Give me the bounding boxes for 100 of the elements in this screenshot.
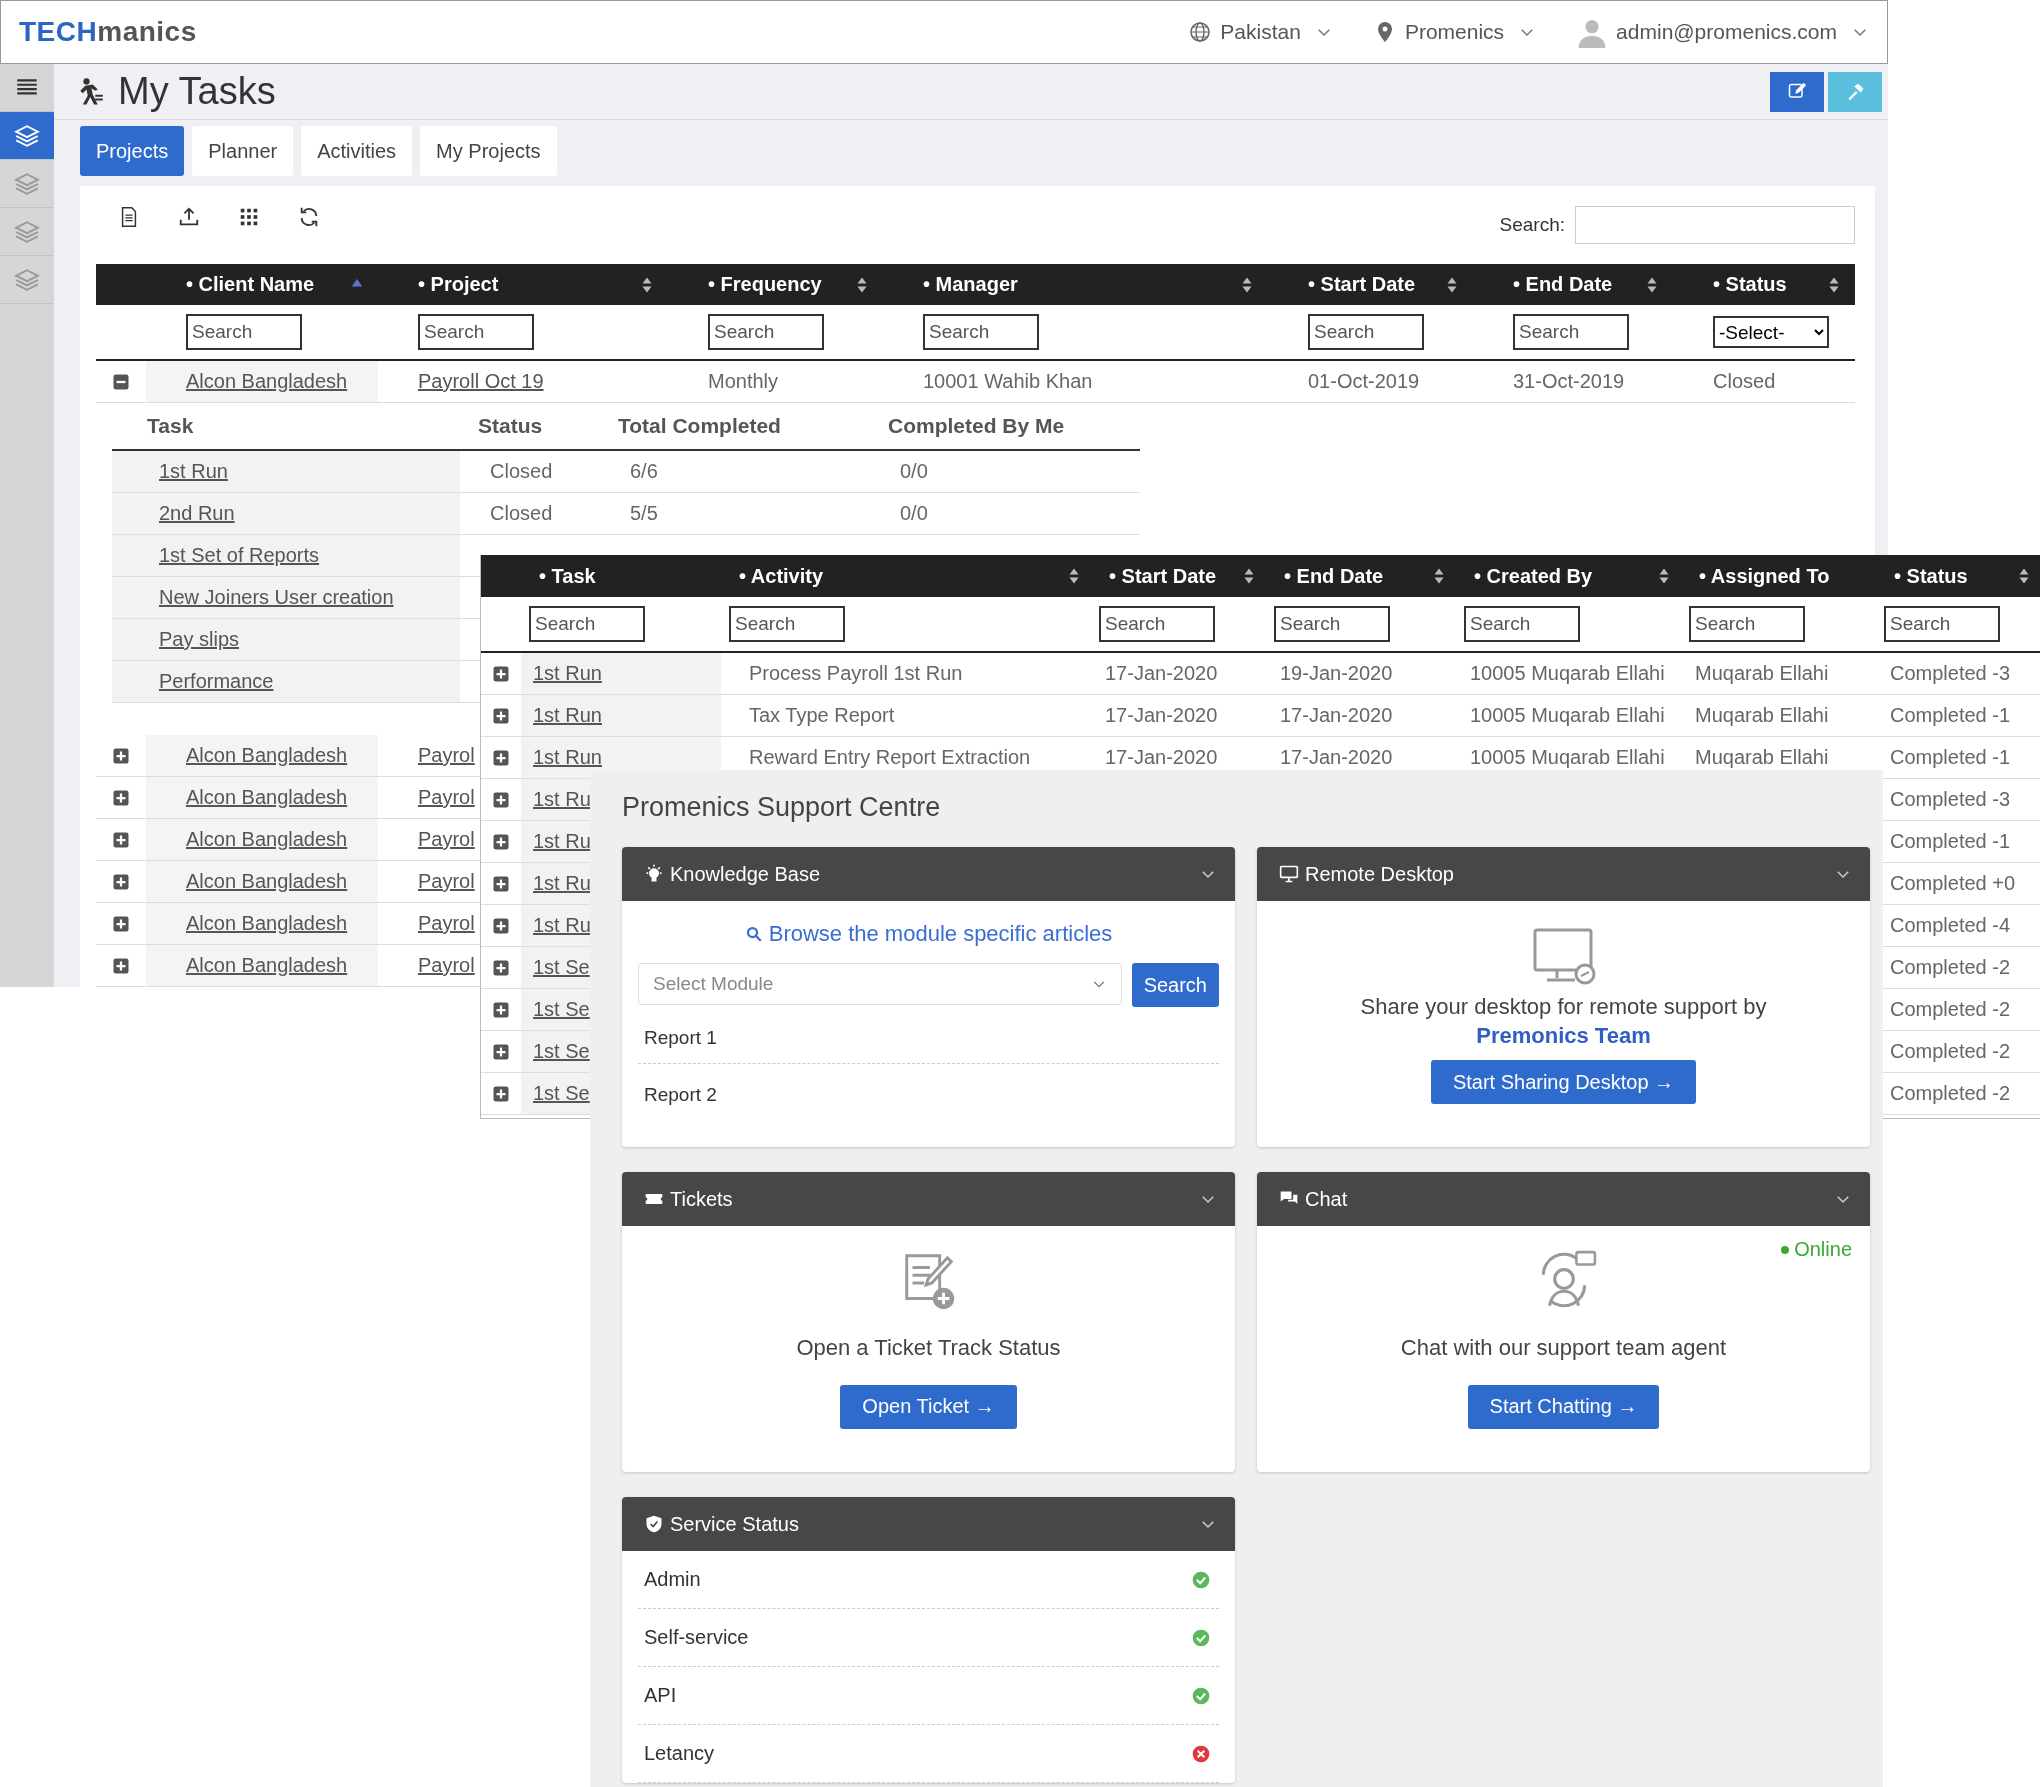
- project-link[interactable]: Payrol: [418, 828, 475, 851]
- filter-field[interactable]: Search: [1884, 606, 2000, 642]
- project-link[interactable]: Payroll Oct 19: [418, 370, 544, 393]
- status-label: Online: [1794, 1238, 1852, 1261]
- filter-field[interactable]: Search: [186, 314, 302, 350]
- task-link[interactable]: Performance: [159, 670, 274, 693]
- table-cell: Muqarab Ellahi: [1695, 704, 1829, 727]
- column-header[interactable]: • Start Date: [1308, 273, 1416, 296]
- column-header[interactable]: • End Date: [1284, 564, 1384, 588]
- expand-icon[interactable]: [492, 790, 510, 809]
- grid-icon[interactable]: [238, 206, 260, 228]
- filter-field[interactable]: Search: [1308, 314, 1424, 350]
- column-header[interactable]: • End Date: [1513, 273, 1613, 296]
- column-header[interactable]: • Task: [539, 564, 596, 588]
- task-link[interactable]: 1st Ru: [533, 788, 591, 811]
- tab[interactable]: My Projects: [420, 126, 557, 176]
- table-cell: 01-Oct-2019: [1308, 370, 1420, 393]
- search-label: Search:: [1499, 214, 1565, 236]
- filter-field[interactable]: Search: [923, 314, 1039, 350]
- filter-field[interactable]: Search: [1274, 606, 1390, 642]
- column-header[interactable]: • Created By: [1474, 564, 1593, 588]
- tab[interactable]: Projects: [80, 126, 185, 176]
- expand-icon[interactable]: [492, 1042, 510, 1061]
- expand-icon[interactable]: [112, 746, 130, 765]
- report-link[interactable]: Report 1: [638, 1007, 1219, 1064]
- task-link[interactable]: 1st Run: [533, 662, 602, 685]
- task-link[interactable]: 1st Ru: [533, 830, 591, 853]
- task-link[interactable]: 1st Se: [533, 1082, 590, 1105]
- task-link[interactable]: 1st Se: [533, 998, 590, 1021]
- share-desktop-button[interactable]: Start Sharing Desktop →: [1430, 1060, 1697, 1105]
- articles-link[interactable]: Browse the module specific articles: [744, 921, 1113, 947]
- search-button[interactable]: Search: [1131, 963, 1219, 1007]
- filter-field[interactable]: Search: [1689, 606, 1805, 642]
- search-field[interactable]: [1575, 206, 1855, 244]
- expand-icon[interactable]: [492, 1000, 510, 1019]
- tab[interactable]: Planner: [192, 126, 294, 176]
- filter-field[interactable]: Search: [1099, 606, 1215, 642]
- service-name: Letancy: [644, 1742, 715, 1765]
- expand-icon[interactable]: [112, 914, 130, 933]
- table-cell: Tax Type Report: [749, 704, 895, 727]
- edit-button[interactable]: [1770, 72, 1824, 112]
- filter-field[interactable]: Search: [1513, 314, 1629, 350]
- expand-icon[interactable]: [112, 872, 130, 891]
- expand-icon[interactable]: [492, 706, 510, 725]
- expand-icon[interactable]: [492, 664, 510, 683]
- hammer-icon: [1845, 82, 1865, 102]
- company-dropdown[interactable]: Promenics: [1372, 20, 1537, 44]
- status-filter[interactable]: -Select-: [1713, 316, 1829, 348]
- column-header[interactable]: • Start Date: [1109, 564, 1217, 588]
- column-header[interactable]: • Project: [418, 273, 499, 296]
- collapse-icon[interactable]: [112, 372, 130, 391]
- expand-icon[interactable]: [492, 1084, 510, 1103]
- tab[interactable]: Activities: [301, 126, 413, 176]
- project-link[interactable]: Payrol: [418, 954, 475, 977]
- filter-field[interactable]: Search: [1464, 606, 1580, 642]
- column-header[interactable]: • Status: [1713, 273, 1787, 296]
- expand-icon[interactable]: [112, 830, 130, 849]
- table-cell: 10005 Muqarab Ellahi: [1470, 662, 1665, 685]
- upload-icon[interactable]: [178, 206, 200, 228]
- expand-icon[interactable]: [112, 956, 130, 975]
- task-link[interactable]: 1st Se: [533, 956, 590, 979]
- refresh-icon[interactable]: [298, 206, 320, 228]
- open-ticket-button[interactable]: Open Ticket →: [840, 1384, 1017, 1429]
- task-link[interactable]: 2nd Run: [159, 502, 235, 525]
- expand-icon[interactable]: [492, 874, 510, 893]
- project-link[interactable]: Payrol: [418, 912, 475, 935]
- filter-field[interactable]: Search: [729, 606, 845, 642]
- module-select[interactable]: Select Module: [638, 963, 1122, 1005]
- table-cell: Completed -3: [1890, 662, 2011, 685]
- user-dropdown[interactable]: admin@promenics.com: [1576, 16, 1869, 48]
- expand-icon[interactable]: [492, 916, 510, 935]
- task-link[interactable]: 1st Run: [159, 460, 228, 483]
- column-header[interactable]: • Status: [1894, 564, 1968, 588]
- project-link[interactable]: Payrol: [418, 744, 475, 767]
- task-link[interactable]: 1st Run: [533, 746, 602, 769]
- expand-icon[interactable]: [492, 832, 510, 851]
- report-link[interactable]: Report 2: [638, 1064, 1219, 1120]
- task-link[interactable]: 1st Se: [533, 1040, 590, 1063]
- column-header[interactable]: • Manager: [923, 273, 1018, 296]
- column-header[interactable]: • Frequency: [708, 273, 822, 296]
- task-link[interactable]: 1st Ru: [533, 914, 591, 937]
- task-link[interactable]: 1st Ru: [533, 872, 591, 895]
- project-link[interactable]: Payrol: [418, 870, 475, 893]
- start-chatting-button[interactable]: Start Chatting →: [1467, 1384, 1660, 1429]
- filter-field[interactable]: Search: [529, 606, 645, 642]
- country-dropdown[interactable]: Pakistan: [1188, 20, 1333, 44]
- expand-icon[interactable]: [492, 748, 510, 767]
- column-header[interactable]: • Assigned To: [1699, 564, 1830, 588]
- filter-field[interactable]: Search: [708, 314, 824, 350]
- filter-field[interactable]: Search: [418, 314, 534, 350]
- project-link[interactable]: Payrol: [418, 786, 475, 809]
- task-link[interactable]: Pay slips: [159, 628, 240, 651]
- sidebar-item[interactable]: [0, 112, 54, 160]
- column-header[interactable]: • Activity: [739, 564, 824, 588]
- expand-icon[interactable]: [492, 958, 510, 977]
- table-cell: Reward Entry Report Extraction: [749, 746, 1031, 769]
- expand-icon[interactable]: [112, 788, 130, 807]
- column-header[interactable]: • Client Name: [186, 273, 315, 296]
- task-link[interactable]: 1st Run: [533, 704, 602, 727]
- layers-icon: [14, 122, 40, 149]
